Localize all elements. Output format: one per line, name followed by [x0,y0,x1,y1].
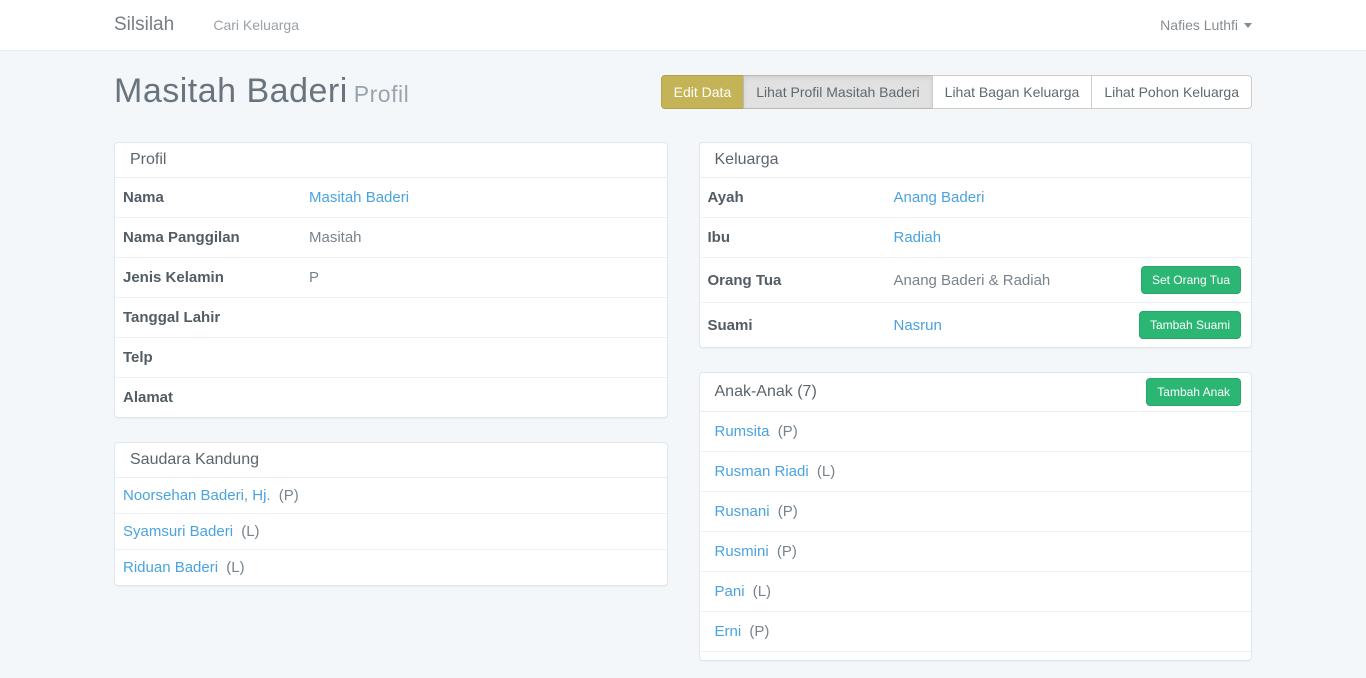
profil-panel: Profil Nama Masitah Baderi Nama Panggila… [114,142,668,418]
table-row: Ibu Radiah [700,217,1252,257]
person-link[interactable]: Pani [715,583,745,600]
table-row: Orang Tua Anang Baderi & Radiah Set Oran… [700,257,1252,302]
table-row: Ayah Anang Baderi [700,178,1252,217]
keluarga-panel: Keluarga Ayah Anang Baderi Ibu [699,142,1253,348]
person-link[interactable]: Erni [715,623,742,640]
left-column: Profil Nama Masitah Baderi Nama Panggila… [114,142,668,610]
child-row: Pani (L) [700,571,1252,611]
table-row: Tanggal Lahir [115,297,667,337]
person-name: Masitah Baderi [114,72,348,110]
row-value: Masitah [309,229,362,246]
anak-anak-panel: Anak-Anak (7) Tambah Anak Rumsita (P) Ru… [699,372,1253,661]
gender-label: (L) [226,559,244,576]
row-value[interactable]: Anang Baderi [894,189,985,206]
siblings-list: Noorsehan Baderi, Hj. (P) Syamsuri Bader… [115,478,667,585]
row-value[interactable]: Masitah Baderi [309,189,409,206]
child-row: Rumsita (P) [700,412,1252,451]
gender-label: (P) [777,543,797,560]
gender-label: (L) [753,583,771,600]
person-link[interactable]: Rusman Riadi [715,463,809,480]
profil-panel-title: Profil [115,143,667,178]
person-link[interactable]: Rumsita [715,423,770,440]
user-name: Nafies Luthfi [1160,17,1238,33]
saudara-kandung-panel: Saudara Kandung Noorsehan Baderi, Hj. (P… [114,442,668,586]
table-row: Alamat [115,377,667,417]
profile-actions: Edit DataLihat Profil Masitah BaderiLiha… [661,75,1252,109]
table-row: Telp [115,337,667,377]
child-row: Erni (P) [700,611,1252,651]
row-value[interactable]: Nasrun [894,317,942,334]
gender-label: (L) [241,523,259,540]
sibling-row: Syamsuri Baderi (L) [115,513,667,549]
header-action-button[interactable]: Lihat Pohon Keluarga [1091,75,1252,109]
row-label: Suami [700,308,886,343]
row-value: P [309,269,319,286]
navbar-brand[interactable]: Silsilah [114,14,174,35]
profil-table: Nama Masitah Baderi Nama Panggilan Masit… [115,178,667,417]
child-row: Rusman Riadi (L) [700,451,1252,491]
anak-anak-panel-title: Anak-Anak (7) [715,383,817,401]
gender-label: (P) [778,503,798,520]
page-title: Masitah BaderiProfil [114,72,409,111]
row-label: Tanggal Lahir [115,300,301,335]
gender-label: (P) [749,623,769,640]
saudara-kandung-panel-title: Saudara Kandung [115,443,667,478]
person-link[interactable]: Rusmini [715,543,769,560]
page-header: Masitah BaderiProfil Edit DataLihat Prof… [114,51,1252,111]
child-row: Rusnani (P) [700,491,1252,531]
tambah-suami-button[interactable]: Tambah Suami [1139,311,1241,339]
navbar-left: Silsilah Cari Keluarga [114,14,299,36]
keluarga-table: Ayah Anang Baderi Ibu Radiah [700,178,1252,347]
person-link[interactable]: Rusnani [715,503,770,520]
gender-label: (L) [817,463,835,480]
row-label: Telp [115,340,301,375]
person-link[interactable]: Riduan Baderi [123,559,218,576]
header-action-button[interactable]: Lihat Profil Masitah Baderi [743,75,932,109]
person-link[interactable]: Syamsuri Baderi [123,523,233,540]
gender-label: (P) [778,423,798,440]
table-row: Suami Nasrun Tambah Suami [700,302,1252,347]
row-label: Nama [115,180,301,215]
table-row: Jenis Kelamin P [115,257,667,297]
row-label: Ayah [700,180,886,215]
row-label: Alamat [115,380,301,415]
children-list: Rumsita (P) Rusman Riadi (L) Rusnani (P)… [700,412,1252,660]
sibling-row: Riduan Baderi (L) [115,549,667,585]
tambah-anak-button[interactable]: Tambah Anak [1146,378,1241,406]
page-subtitle: Profil [354,81,409,107]
right-column: Keluarga Ayah Anang Baderi Ibu [699,142,1253,678]
person-link[interactable]: Noorsehan Baderi, Hj. [123,487,271,504]
row-label: Nama Panggilan [115,220,301,255]
user-menu[interactable]: Nafies Luthfi [1160,17,1252,33]
gender-label: (P) [279,487,299,504]
table-row: Nama Masitah Baderi [115,178,667,217]
row-value: Anang Baderi & Radiah [894,272,1051,289]
keluarga-panel-title: Keluarga [700,143,1252,178]
header-action-button[interactable]: Edit Data [661,75,745,109]
navbar: Silsilah Cari Keluarga Nafies Luthfi [0,0,1366,51]
row-label: Ibu [700,220,886,255]
row-label: Orang Tua [700,263,886,298]
nav-link-cari-keluarga[interactable]: Cari Keluarga [213,17,299,33]
table-row: Nama Panggilan Masitah [115,217,667,257]
row-value[interactable]: Radiah [894,229,942,246]
set-orang-tua-button[interactable]: Set Orang Tua [1141,266,1241,294]
row-label: Jenis Kelamin [115,260,301,295]
header-action-button[interactable]: Lihat Bagan Keluarga [932,75,1093,109]
caret-down-icon [1244,23,1252,28]
sibling-row: Noorsehan Baderi, Hj. (P) [115,478,667,513]
child-row: Rusmini (P) [700,531,1252,571]
